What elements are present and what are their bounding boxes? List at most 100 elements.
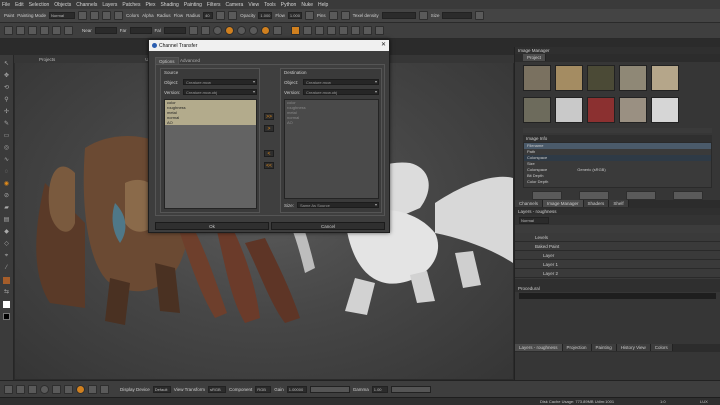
menu-item-filters[interactable]: Filters — [207, 2, 221, 8]
select-tool-icon[interactable] — [290, 26, 300, 35]
painting-mode-select[interactable]: Normal — [49, 12, 76, 19]
falloff-field[interactable] — [163, 27, 186, 34]
horizontal-scrollbar[interactable] — [523, 128, 712, 133]
sphere-flat-icon[interactable] — [212, 26, 222, 35]
brush-options-icon[interactable] — [90, 11, 100, 20]
radius-slider-icon[interactable] — [216, 11, 226, 20]
thumbnail[interactable] — [619, 97, 647, 123]
toggle-visibility-icon[interactable] — [350, 26, 360, 35]
lighting-icon[interactable] — [76, 384, 85, 394]
paint-through-icon[interactable] — [64, 26, 73, 35]
tab-advanced[interactable]: Advanced — [177, 57, 203, 64]
menu-item-patches[interactable]: Patches — [122, 2, 140, 8]
procedural-field[interactable] — [519, 293, 716, 299]
delete-button[interactable] — [673, 191, 704, 200]
fill-icon[interactable]: ▰ — [3, 205, 10, 212]
move-icon[interactable]: ✥ — [3, 73, 10, 80]
tab-image-manager[interactable]: Image Manager — [543, 200, 584, 207]
far-field[interactable] — [129, 27, 152, 34]
brush-icon[interactable] — [78, 11, 88, 20]
zoom-view-icon[interactable] — [40, 384, 49, 394]
add-all-button[interactable]: >> — [264, 113, 274, 120]
tab-shaders[interactable]: Shaders — [583, 200, 610, 207]
thumbnail[interactable] — [555, 65, 583, 91]
target-icon[interactable]: ◉ — [3, 181, 10, 188]
menu-item-camera[interactable]: Camera — [226, 2, 244, 8]
layer-row[interactable]: Baked Paint — [515, 242, 720, 251]
tab-colors[interactable]: Colors — [650, 344, 673, 351]
list-item[interactable]: AO — [165, 120, 256, 125]
sphere-gloss-icon[interactable] — [248, 26, 258, 35]
paint-brush-icon[interactable]: ✎ — [3, 121, 10, 128]
tab-history-view[interactable]: History View — [616, 344, 651, 351]
camera-icon[interactable] — [16, 26, 25, 35]
menu-item-help[interactable]: Help — [318, 2, 328, 8]
fit-icon[interactable] — [64, 384, 73, 394]
flatten-icon[interactable] — [40, 26, 49, 35]
projection-icon[interactable] — [114, 11, 124, 20]
cancel-button[interactable]: Cancel — [271, 222, 385, 230]
pins-toggle-icon[interactable] — [328, 11, 338, 20]
layer-row[interactable]: Levels — [515, 233, 720, 242]
flow-field[interactable]: 1.000 — [287, 12, 302, 19]
menu-item-file[interactable]: File — [2, 2, 10, 8]
import-button[interactable] — [531, 191, 562, 200]
tab-projects[interactable]: Projects — [39, 57, 55, 62]
menu-item-edit[interactable]: Edit — [15, 2, 24, 8]
select-faces-icon[interactable] — [314, 26, 324, 35]
radius-field[interactable]: 40 — [203, 12, 214, 19]
smear-icon[interactable]: ∿ — [3, 157, 10, 164]
add-button[interactable]: > — [264, 125, 274, 132]
select-patches-icon[interactable] — [302, 26, 312, 35]
sphere-env-icon[interactable] — [260, 26, 270, 35]
frame-icon[interactable] — [52, 384, 61, 394]
color-swatch-icon[interactable] — [3, 277, 10, 284]
menu-item-selection[interactable]: Selection — [29, 2, 50, 8]
ok-button[interactable]: Ok — [155, 222, 269, 230]
menu-item-painting[interactable]: Painting — [184, 2, 202, 8]
move-view-icon[interactable] — [16, 384, 25, 394]
close-icon[interactable]: ✕ — [381, 41, 386, 48]
menu-item-nuke[interactable]: Nuke — [301, 2, 313, 8]
pan-icon[interactable] — [28, 384, 37, 394]
menu-item-channels[interactable]: Channels — [76, 2, 97, 8]
thumbnail[interactable] — [523, 97, 551, 123]
dialog-titlebar[interactable]: Channel Transfer ✕ — [149, 40, 389, 51]
lock-view-icon[interactable] — [188, 26, 198, 35]
picker-icon[interactable]: ⌖ — [3, 253, 10, 260]
view-transform-select[interactable]: sRGB — [207, 385, 226, 393]
select-objects-icon[interactable] — [326, 26, 336, 35]
gradient-icon[interactable]: ▤ — [3, 217, 10, 224]
menu-item-view[interactable]: View — [248, 2, 259, 8]
tab-layers[interactable]: Layers - roughness — [515, 344, 563, 351]
gain-slider[interactable] — [309, 385, 350, 393]
tab-options[interactable]: Options — [155, 57, 179, 64]
layer-row[interactable]: Layer — [515, 251, 720, 260]
menu-item-ptex[interactable]: Ptex — [145, 2, 155, 8]
near-field[interactable] — [94, 27, 117, 34]
blur-icon[interactable]: ◌ — [3, 169, 10, 176]
destination-object-select[interactable]: Creature.mcw — [303, 79, 379, 85]
sphere-lit-icon[interactable] — [224, 26, 234, 35]
layers-list[interactable]: Levels Baked Paint Layer Layer 1 Layer 2 — [515, 233, 720, 279]
sharpen-icon[interactable]: ◇ — [3, 241, 10, 248]
list-item[interactable]: AO — [285, 120, 378, 125]
pressure-icon[interactable] — [304, 11, 314, 20]
thumbnail[interactable] — [587, 65, 615, 91]
layer-row[interactable]: Layer 1 — [515, 260, 720, 269]
source-channel-list[interactable]: color roughness metal normal AO — [164, 99, 257, 209]
export-button[interactable] — [578, 191, 609, 200]
snapshot-icon[interactable] — [100, 384, 109, 394]
thumbnail[interactable] — [619, 65, 647, 91]
rotate-icon[interactable]: ⟲ — [3, 85, 10, 92]
tab-shelf[interactable]: Shelf — [609, 200, 629, 207]
render-icon[interactable] — [272, 26, 282, 35]
component-select[interactable]: RGB — [255, 385, 272, 393]
thumbnail[interactable] — [651, 97, 679, 123]
isolate-icon[interactable] — [374, 26, 384, 35]
lock-icon[interactable] — [228, 11, 238, 20]
clone-icon[interactable]: ◎ — [3, 145, 10, 152]
lights-icon[interactable] — [28, 26, 37, 35]
refresh-button[interactable] — [626, 191, 657, 200]
view-icon[interactable] — [4, 26, 13, 35]
